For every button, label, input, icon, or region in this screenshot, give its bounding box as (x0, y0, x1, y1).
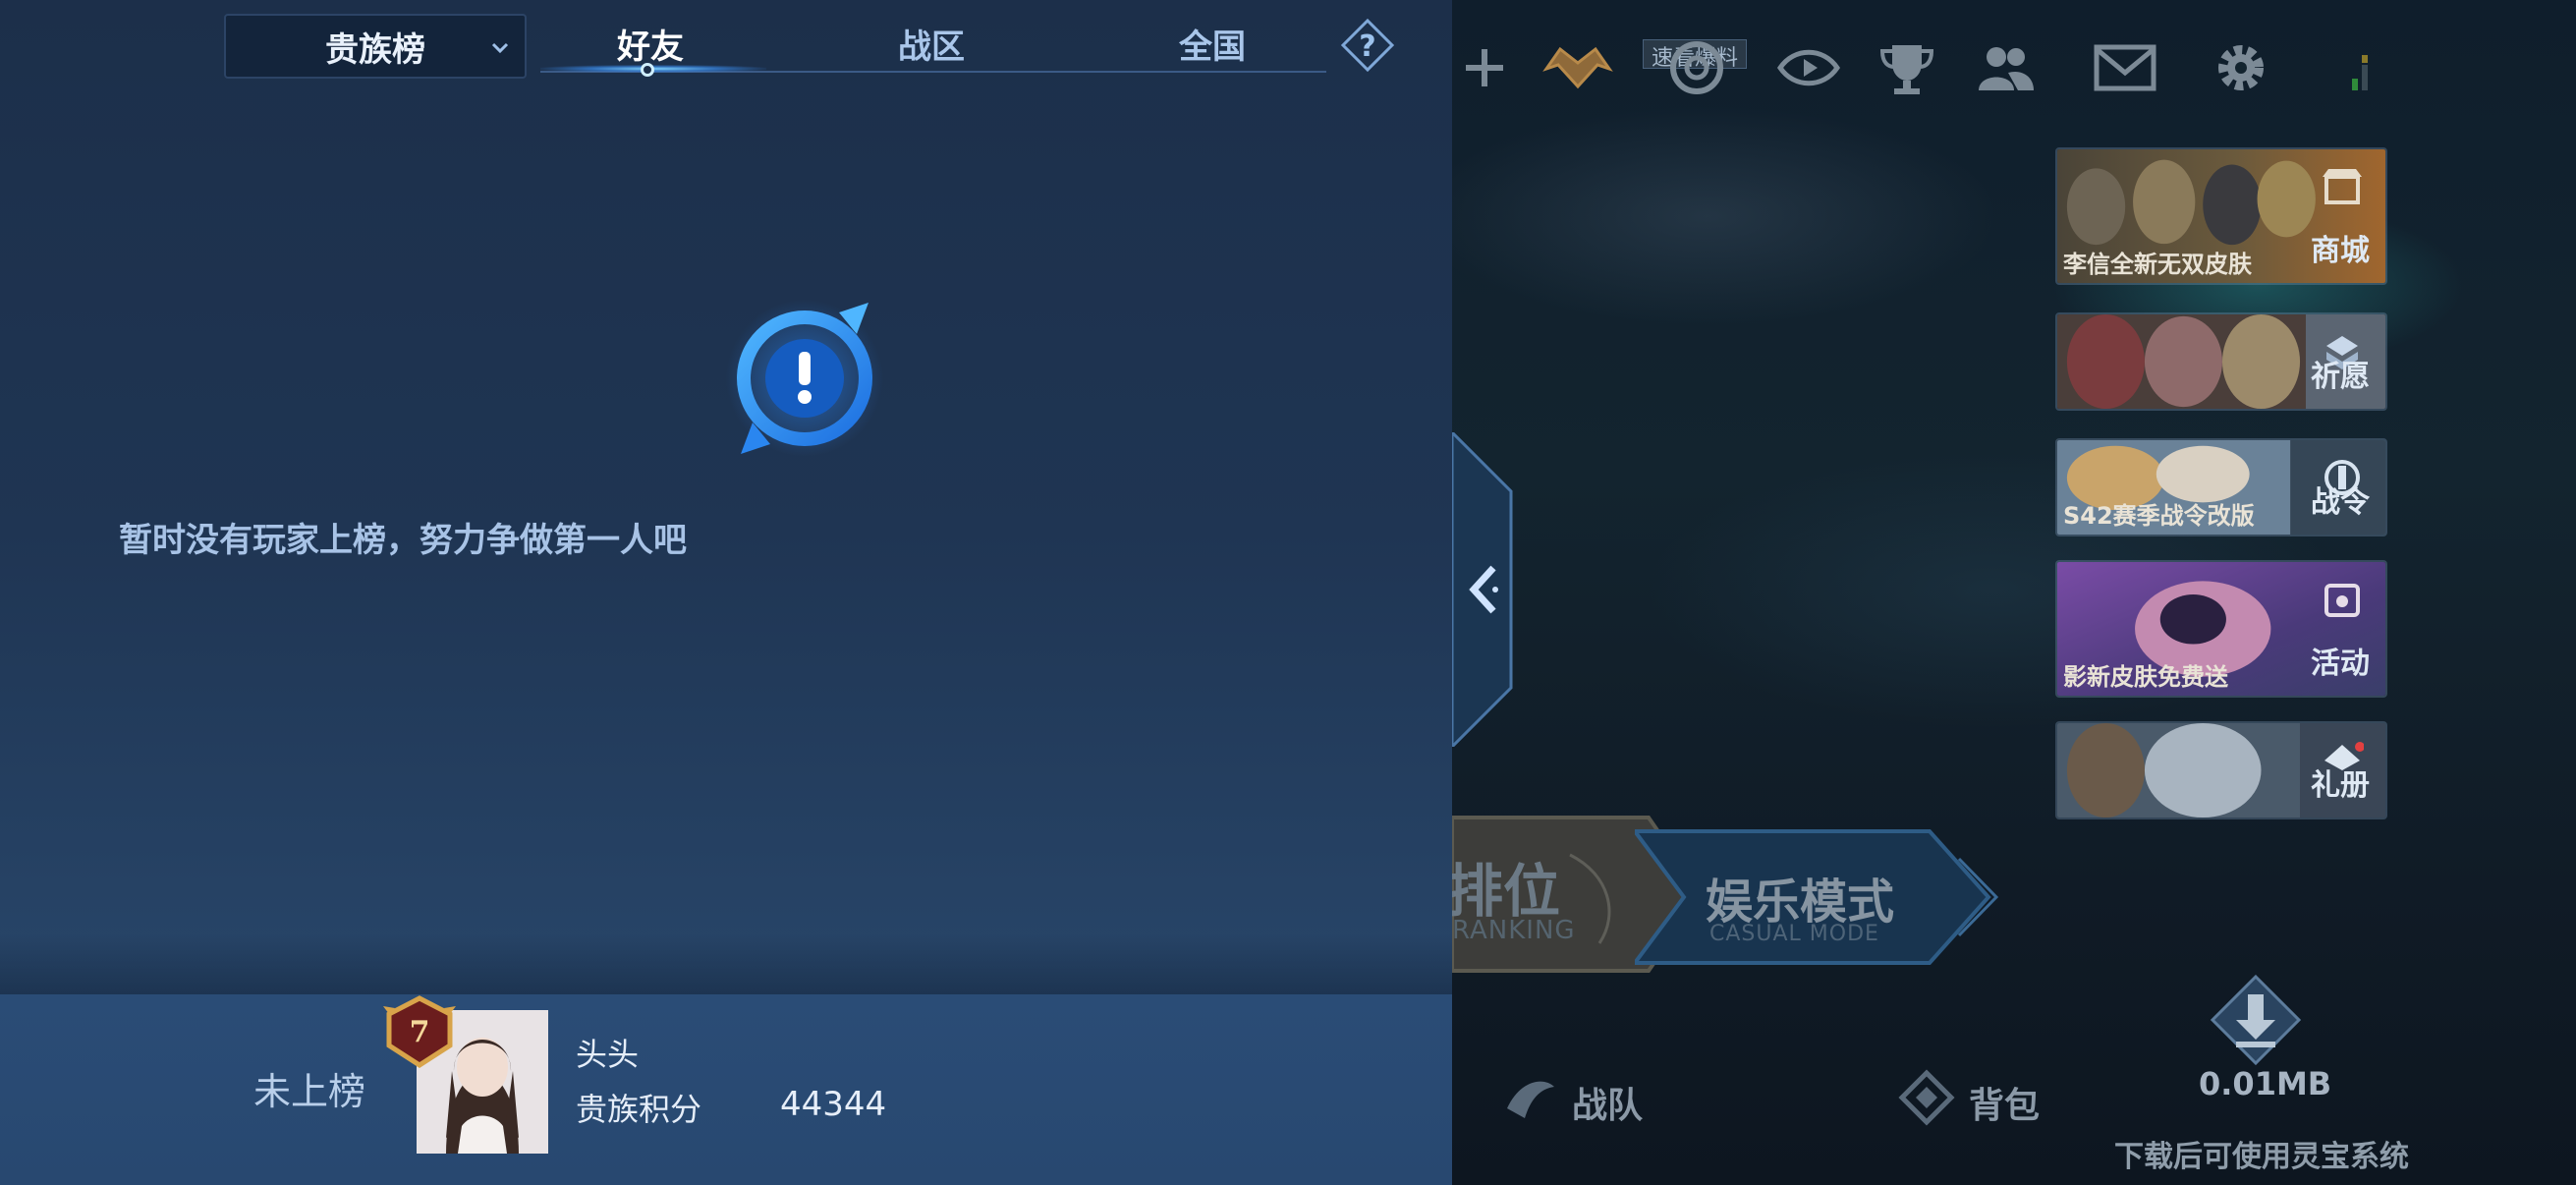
trophy-icon[interactable] (1875, 35, 1939, 100)
friends-icon[interactable] (1973, 35, 2038, 100)
player-name: 头头 (576, 1036, 640, 1073)
svg-text:?: ? (1359, 29, 1375, 64)
side-card-wish[interactable]: 祈愿 (2055, 312, 2387, 411)
dropdown-selected-label: 贵族榜 (325, 29, 425, 70)
event-icon (2324, 584, 2360, 617)
level-badge-icon: 7 (383, 995, 456, 1068)
casual-mode-subtitle: CASUAL MODE (1709, 922, 1879, 946)
avatar-container[interactable]: 7 (381, 994, 558, 1185)
scope-tabs: 好友 战区 全国 (540, 0, 1326, 79)
gear-icon[interactable] (2209, 35, 2273, 100)
side-card-battlepass[interactable]: S42赛季战令改版 战令 (2055, 438, 2387, 536)
my-rank-bar: 未上榜 7 头头 贵族积分 44344 (0, 994, 1452, 1185)
side-card-shop[interactable]: 李信全新无双皮肤 商城 (2055, 147, 2387, 285)
casual-mode-button[interactable]: 娱乐模式 CASUAL MODE (1635, 829, 2008, 965)
mail-icon[interactable] (2093, 35, 2157, 100)
card-label: 礼册 (2311, 768, 2370, 803)
exclamation-compass-icon (726, 300, 883, 457)
signal-icon (2352, 55, 2368, 90)
empty-state-message: 暂时没有玩家上榜，努力争做第一人吧 (0, 513, 1452, 561)
leaderboard-panel: 贵族榜 好友 战区 全国 ? 暂时没有玩家上榜，努力争做第一人吧 未上榜 7 头… (0, 0, 1452, 1185)
leaderboard-type-dropdown[interactable]: 贵族榜 (224, 14, 527, 79)
side-card-event[interactable]: 影新皮肤免费送 活动 (2055, 560, 2387, 698)
card-caption: 李信全新无双皮肤 (2063, 251, 2252, 278)
card-label: 战令 (2311, 485, 2370, 520)
empty-state-text: 暂时没有玩家上榜，努力争做第一人吧 (119, 521, 687, 560)
card-caption: S42赛季战令改版 (2063, 502, 2255, 530)
tab-nation[interactable]: 全国 (1179, 20, 1246, 68)
download-note: 下载后可使用灵宝系统 (2114, 1140, 2409, 1174)
card-label: 商城 (2311, 234, 2370, 268)
card-label: 活动 (2311, 647, 2370, 681)
rank-status: 未上榜 (253, 1070, 366, 1113)
level-badge-number: 7 (410, 1015, 430, 1049)
nav-backpack[interactable]: 背包 (1969, 1077, 2040, 1128)
question-diamond-icon[interactable]: ? (1340, 18, 1395, 73)
download-icon[interactable] (2209, 973, 2303, 1067)
lobby-bottom-nav: 战队 背包 (1452, 1061, 2576, 1140)
nav-team[interactable]: 战队 (1572, 1077, 1643, 1128)
eye-icon[interactable] (1776, 35, 1841, 100)
target-icon[interactable] (1664, 35, 1729, 100)
backpack-icon[interactable] (1898, 1069, 1955, 1126)
side-card-gift-book[interactable]: 礼册 (2055, 721, 2387, 819)
shop-icon (2323, 169, 2362, 204)
collapse-panel-button[interactable] (1452, 432, 1521, 747)
chevron-down-icon (491, 42, 509, 54)
ranked-mode-subtitle: RANKING (1452, 916, 1576, 945)
score-value: 44344 (780, 1085, 887, 1124)
footer-shadow (0, 933, 1452, 994)
tab-zone[interactable]: 战区 (898, 20, 965, 68)
team-icon[interactable] (1501, 1069, 1558, 1126)
card-label: 祈愿 (2311, 360, 2370, 394)
lobby-top-bar: 速看爆料 (1452, 29, 2576, 108)
download-size: 0.01MB (2199, 1065, 2332, 1102)
tab-friends[interactable]: 好友 (617, 20, 684, 68)
card-caption: 影新皮肤免费送 (2063, 663, 2228, 691)
lobby-background: 速看爆料 李信全新无双皮肤 商城 祈愿 S42赛季战令改版 战令 影新皮肤免费送… (1452, 0, 2576, 1185)
score-label: 贵族积分 (576, 1091, 702, 1128)
crown-wings-icon[interactable] (1539, 35, 1617, 100)
add-icon[interactable] (1452, 35, 1517, 100)
